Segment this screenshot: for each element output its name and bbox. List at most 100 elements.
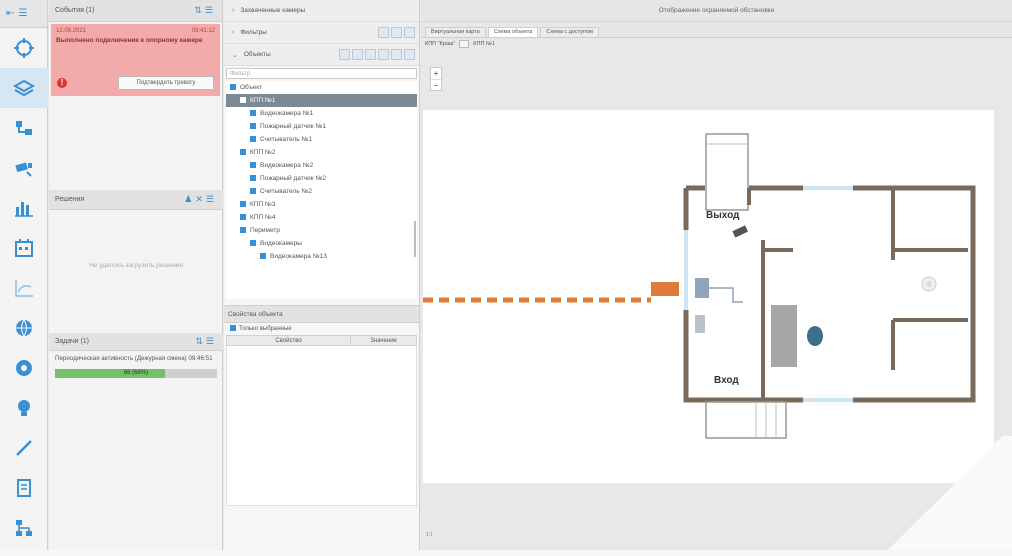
filter-icon[interactable]: ⇅	[195, 336, 206, 346]
crosshair-icon[interactable]	[0, 28, 48, 68]
tree-node[interactable]: Считыватель №1	[226, 133, 417, 146]
tree-node[interactable]: Периметр	[226, 224, 417, 237]
solutions-section: Решения ♟✕☰ Не удалось загрузить решения	[49, 190, 223, 269]
col-property[interactable]: Свойство	[227, 336, 352, 345]
bulb-icon[interactable]	[0, 388, 48, 428]
tab-access-scheme[interactable]: Схема с доступом	[540, 27, 599, 37]
checkbox-icon[interactable]	[240, 97, 246, 104]
tree-node[interactable]: Объект	[226, 81, 417, 94]
section-label: Захваченные камеры	[240, 7, 306, 14]
checkbox-icon[interactable]	[250, 162, 256, 169]
line-chart-icon[interactable]	[0, 268, 48, 308]
confirm-alarm-button[interactable]: Подтвердить тревогу	[118, 76, 214, 90]
guard-chair	[807, 326, 823, 346]
floor-plan-canvas[interactable]: Выход Вход	[423, 110, 994, 483]
events-title: События (1)	[55, 7, 95, 14]
check-icon[interactable]	[378, 27, 389, 38]
tree-node[interactable]: Считыватель №2	[226, 185, 417, 198]
tree-scrollbar[interactable]	[414, 221, 416, 257]
target-icon[interactable]	[0, 348, 48, 388]
crumb-item[interactable]: КПП №1	[473, 41, 495, 47]
tree-node[interactable]: Видеокамера №1	[226, 107, 417, 120]
scale-indicator: 1:1	[426, 532, 433, 538]
tree-filter-input[interactable]: Фильтр	[226, 68, 417, 79]
filter-icon[interactable]: ⇅	[194, 5, 205, 15]
tree-node[interactable]: Видеокамера №13	[226, 250, 417, 263]
network-icon[interactable]	[0, 508, 48, 548]
card-reader	[695, 315, 705, 333]
pen-icon[interactable]	[391, 27, 402, 38]
tree-node-label: Считыватель №1	[260, 136, 313, 143]
checkbox-icon[interactable]	[250, 110, 256, 117]
events-header: События (1) ⇅☰	[49, 0, 222, 22]
zoom-in-button[interactable]: +	[431, 68, 441, 80]
brush-icon[interactable]	[404, 27, 415, 38]
checkbox-icon[interactable]	[250, 136, 256, 143]
close-icon[interactable]: ✕	[195, 194, 206, 204]
tool-icon[interactable]	[339, 49, 350, 60]
list-icon[interactable]: ☰	[206, 336, 217, 346]
list-icon[interactable]: ☰	[205, 5, 216, 15]
label-entry: Вход	[714, 375, 739, 386]
users-icon[interactable]: ♟	[184, 194, 195, 204]
task-text[interactable]: Периодическая активность (Дежурная смена…	[49, 351, 223, 367]
checkbox-icon[interactable]	[250, 175, 256, 182]
alarm-card[interactable]: 12.08.2021 09:41:12 Выполнено подключени…	[51, 24, 220, 96]
tasks-header: Задачи (1) ⇅☰	[49, 333, 223, 351]
checkbox-icon[interactable]	[250, 123, 256, 130]
route-icon[interactable]	[0, 108, 48, 148]
globe-icon[interactable]	[0, 308, 48, 348]
only-selected-label: Только выбранные	[239, 326, 292, 332]
checkbox-icon[interactable]	[230, 84, 236, 91]
barrier-base	[651, 282, 679, 296]
checkbox-icon[interactable]	[240, 201, 246, 208]
calendar-icon[interactable]	[0, 228, 48, 268]
tab-object-scheme[interactable]: Схема объекта	[487, 27, 539, 37]
checkbox-icon[interactable]	[240, 149, 246, 156]
tree-node[interactable]: Пожарный датчик №2	[226, 172, 417, 185]
section-label: Объекты	[243, 51, 271, 58]
arrow-left-icon[interactable]: ⇤	[6, 8, 14, 19]
bar-chart-icon[interactable]	[0, 188, 48, 228]
tree-node[interactable]: Пожарный датчик №1	[226, 120, 417, 133]
checkbox-icon[interactable]	[250, 188, 256, 195]
checkbox-icon[interactable]	[260, 253, 266, 260]
only-selected-checkbox[interactable]: Только выбранные	[224, 323, 419, 335]
chevron-right-icon: ›	[232, 29, 235, 36]
col-value[interactable]: Значение	[351, 336, 416, 345]
object-tree: Объект КПП №1 Видеокамера №1 Пожарный датчи…	[226, 81, 417, 299]
section-objects[interactable]: ⌄ Объекты	[224, 44, 419, 66]
zoom-out-button[interactable]: −	[431, 80, 441, 92]
layers-icon[interactable]	[0, 68, 48, 108]
tree-node[interactable]: Видеокамеры	[226, 237, 417, 250]
camera-icon[interactable]	[0, 148, 48, 188]
tab-virtual-map[interactable]: Виртуальная карта	[425, 27, 486, 37]
section-captured-cameras[interactable]: › Захваченные камеры	[224, 0, 419, 22]
tool-icon[interactable]	[404, 49, 415, 60]
tool-icon[interactable]	[365, 49, 376, 60]
list-icon[interactable]: ☰	[206, 194, 217, 204]
checkbox-icon[interactable]	[240, 214, 246, 221]
solutions-title: Решения	[55, 196, 85, 203]
tree-node[interactable]: КПП №3	[226, 198, 417, 211]
document-icon[interactable]	[0, 468, 48, 508]
section-filters[interactable]: › Фильтры	[224, 22, 419, 44]
decorative-corner	[872, 436, 1012, 556]
section-label: Фильтры	[240, 29, 267, 36]
tree-node[interactable]: КПП №1	[226, 94, 417, 107]
tree-node[interactable]: КПП №2	[226, 146, 417, 159]
list-icon[interactable]: ☰	[18, 8, 27, 19]
tool-icon[interactable]	[378, 49, 389, 60]
tree-node[interactable]: Видеокамера №2	[226, 159, 417, 172]
crumb-root[interactable]: КПП "Краш"	[425, 41, 455, 47]
object-tools	[339, 49, 415, 60]
checkbox-icon[interactable]	[240, 227, 246, 234]
objects-panel: › Захваченные камеры › Фильтры ⌄ Объекты Фи…	[224, 0, 420, 550]
tool-icon[interactable]	[391, 49, 402, 60]
pen-icon[interactable]	[0, 428, 48, 468]
tree-node-label: КПП №1	[250, 97, 276, 104]
checkbox-icon[interactable]	[250, 240, 256, 247]
tree-node-label: Пожарный датчик №2	[260, 175, 326, 182]
tree-node[interactable]: КПП №4	[226, 211, 417, 224]
tool-icon[interactable]	[352, 49, 363, 60]
